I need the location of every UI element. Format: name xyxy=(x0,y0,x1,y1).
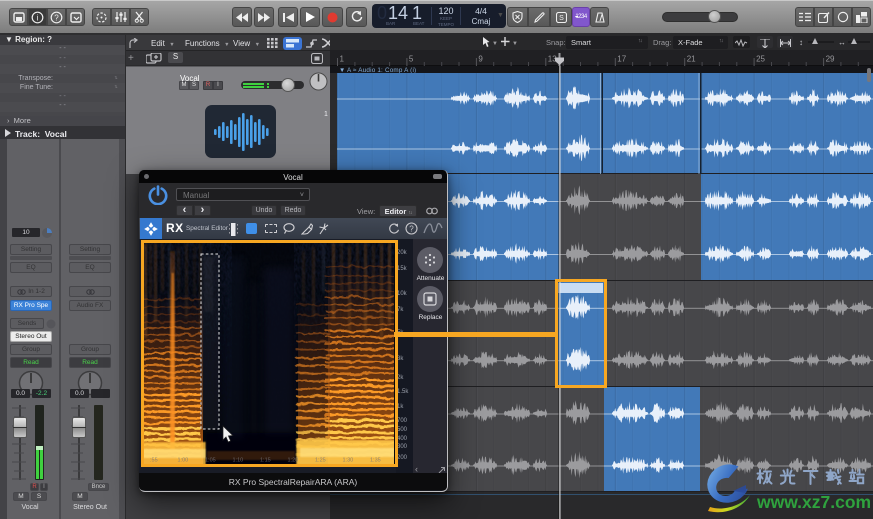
svg-text:▼ A ≈ Audio 1: Comp A (i): ▼ A ≈ Audio 1: Comp A (i) xyxy=(339,67,416,74)
svg-text:S: S xyxy=(559,15,564,22)
svg-text:5: 5 xyxy=(409,55,414,64)
svg-text:9: 9 xyxy=(478,55,483,64)
svg-text:?: ? xyxy=(54,13,59,22)
svg-text::55: :55 xyxy=(150,458,158,464)
svg-text:1:30: 1:30 xyxy=(343,458,354,464)
svg-text:i: i xyxy=(37,13,39,22)
svg-text:17: 17 xyxy=(617,55,626,64)
svg-text:21: 21 xyxy=(687,55,696,64)
svg-text:www.xz7.com: www.xz7.com xyxy=(756,492,871,512)
svg-text:▼: ▼ xyxy=(512,41,518,47)
svg-text:▼: ▼ xyxy=(492,41,498,47)
svg-text:25: 25 xyxy=(756,55,765,64)
svg-text:?: ? xyxy=(409,225,414,234)
svg-text:1:25: 1:25 xyxy=(315,458,326,464)
svg-text:1:15: 1:15 xyxy=(260,458,271,464)
svg-text:1:05: 1:05 xyxy=(205,458,216,464)
svg-text:1:20: 1:20 xyxy=(288,458,299,464)
svg-text:1:00: 1:00 xyxy=(178,458,189,464)
svg-text:1:35: 1:35 xyxy=(370,458,381,464)
svg-text:1: 1 xyxy=(340,55,345,64)
svg-text:1:10: 1:10 xyxy=(233,458,244,464)
svg-text:29: 29 xyxy=(826,55,835,64)
